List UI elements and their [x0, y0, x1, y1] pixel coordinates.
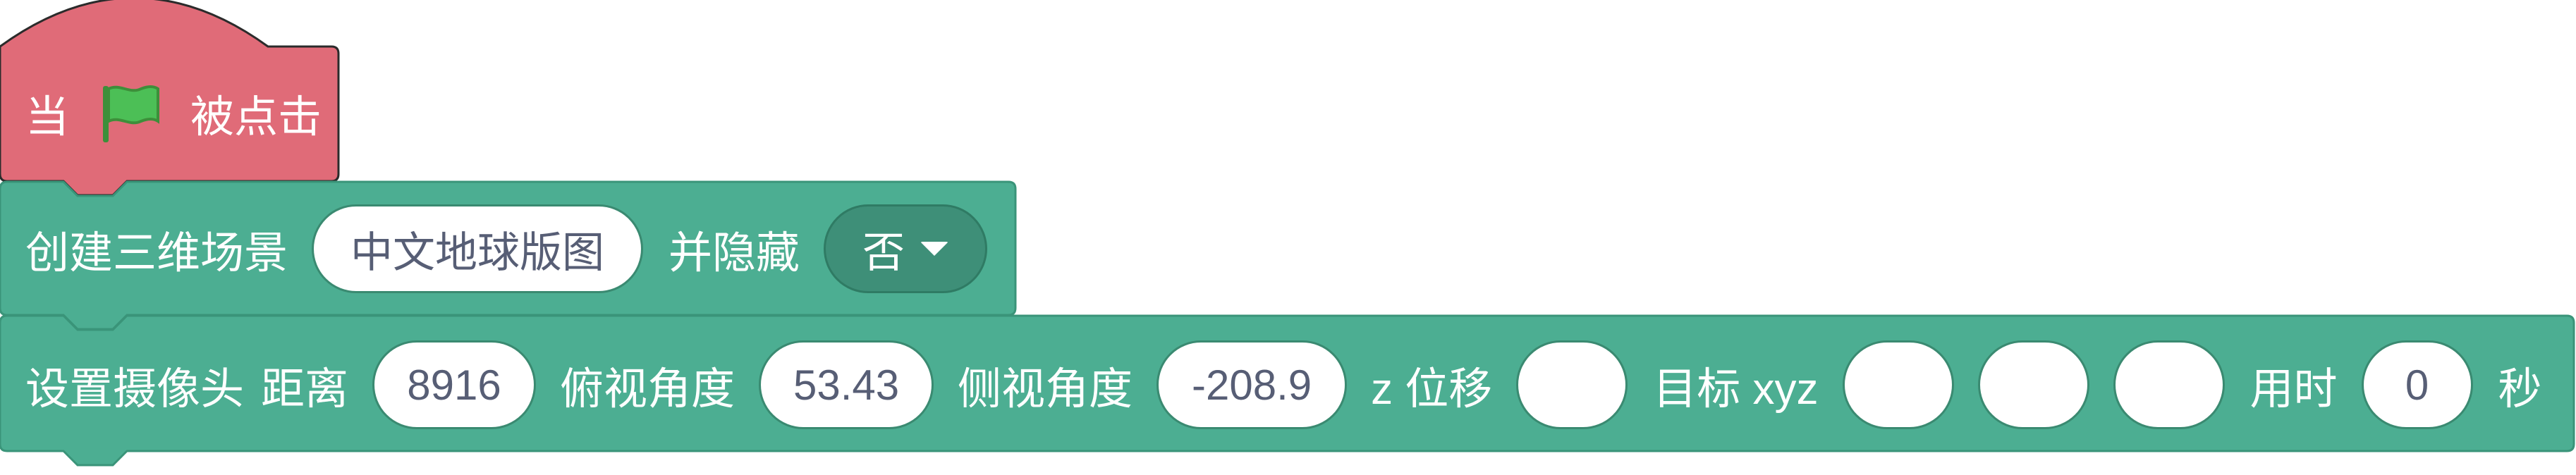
set-camera-content: 设置摄像头 距离 8916 俯视角度 53.43 侧视角度 -208.9 z 位…	[25, 340, 2542, 429]
hat-block-content: 当 被点击	[25, 78, 322, 148]
pitch-input[interactable]: 53.43	[759, 340, 934, 429]
side-angle-label: 侧视角度	[958, 365, 1133, 414]
when-label: 当	[25, 93, 70, 142]
z-offset-label: z 位移	[1371, 365, 1493, 414]
target-x-input[interactable]	[1842, 340, 1954, 429]
duration-label: 用时	[2250, 365, 2338, 414]
pitch-label: 俯视角度	[560, 365, 735, 414]
green-flag-icon[interactable]	[99, 80, 164, 145]
scratch-script-area: 当 被点击 创建三维场景 中文地球版图 并隐藏 否 设置摄像头 距离 8916 …	[0, 0, 2576, 475]
target-xyz-label: 目标 xyz	[1653, 365, 1819, 414]
clicked-label: 被点击	[190, 93, 322, 142]
chevron-down-icon	[920, 242, 949, 256]
duration-input[interactable]: 0	[2361, 340, 2473, 429]
map-name-input[interactable]: 中文地球版图	[312, 204, 644, 293]
create-scene-content: 创建三维场景 中文地球版图 并隐藏 否	[25, 204, 988, 293]
hide-dropdown-value: 否	[862, 228, 905, 276]
target-y-input[interactable]	[1977, 340, 2089, 429]
distance-input[interactable]: 8916	[372, 340, 537, 429]
z-offset-input[interactable]	[1516, 340, 1628, 429]
create-scene-label: 创建三维场景	[25, 229, 288, 278]
side-angle-input[interactable]: -208.9	[1156, 340, 1348, 429]
set-camera-label: 设置摄像头	[25, 365, 245, 414]
target-z-input[interactable]	[2113, 340, 2225, 429]
hide-label: 并隐藏	[669, 229, 800, 278]
seconds-label: 秒	[2498, 365, 2542, 414]
distance-label: 距离	[261, 365, 349, 414]
hide-dropdown[interactable]: 否	[824, 204, 988, 293]
